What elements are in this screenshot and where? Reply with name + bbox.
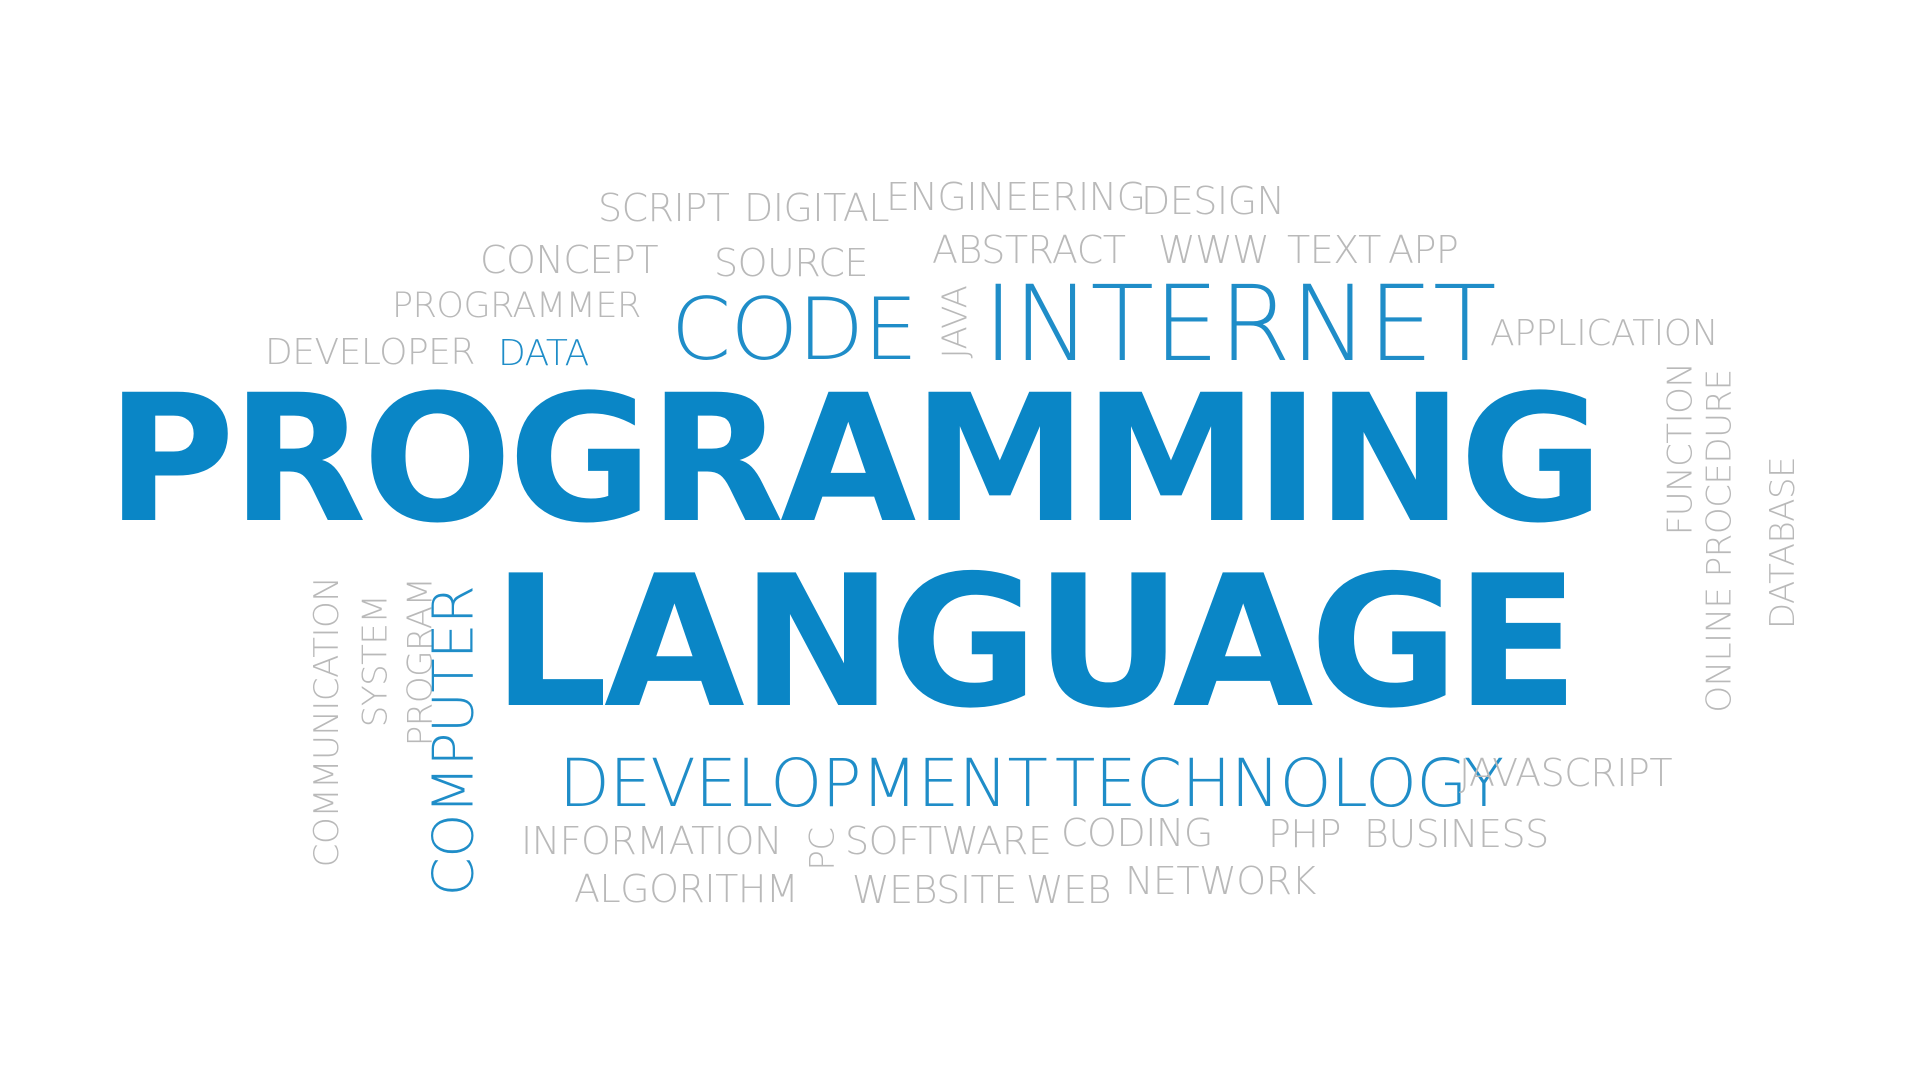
word-procedure: PROCEDURE	[1699, 369, 1740, 578]
word-language: LANGUAGE	[492, 536, 1579, 748]
word-coding: CODING	[1061, 811, 1213, 855]
word-php: PHP	[1268, 812, 1341, 856]
word-java: JAVA	[935, 285, 976, 359]
word-system: SYSTEM	[355, 594, 396, 728]
word-software: SOFTWARE	[845, 819, 1052, 863]
word-script: SCRIPT	[598, 186, 730, 230]
word-computer: COMPUTER	[421, 585, 487, 897]
word-online-procedure: ONLINE PROCEDURE	[1699, 369, 1740, 713]
word-business: BUSINESS	[1364, 812, 1549, 856]
word-website: WEBSITE	[852, 868, 1017, 912]
word-programmer: PROGRAMMER	[392, 286, 641, 326]
word-application: APPLICATION	[1490, 313, 1719, 354]
word-network: NETWORK	[1125, 859, 1316, 903]
word-javascript: JAVASCRIPT	[1459, 751, 1673, 795]
word-function: FUNCTION	[1660, 362, 1701, 536]
word-information: INFORMATION	[521, 819, 782, 863]
word-digital: DIGITAL	[744, 186, 890, 230]
word-development: DEVELOPMENT	[559, 745, 1048, 822]
word-cloud: SCRIPT DIGITAL ENGINEERING DESIGN CONCEP…	[0, 0, 1920, 1080]
word-pc: PC	[802, 827, 843, 871]
word-database: DATABASE	[1763, 456, 1804, 630]
word-design: DESIGN	[1141, 179, 1285, 223]
word-algorithm: ALGORITHM	[574, 867, 799, 911]
word-source: SOURCE	[714, 241, 868, 285]
word-programming: PROGRAMMING	[106, 357, 1604, 562]
word-technology: TECHNOLOGY	[1055, 745, 1504, 822]
word-engineering: ENGINEERING	[886, 175, 1146, 219]
word-concept: CONCEPT	[480, 238, 659, 282]
word-communication: COMMUNICATION	[307, 576, 348, 868]
word-web: WEB	[1026, 868, 1111, 912]
word-online: ONLINE	[1699, 587, 1740, 713]
